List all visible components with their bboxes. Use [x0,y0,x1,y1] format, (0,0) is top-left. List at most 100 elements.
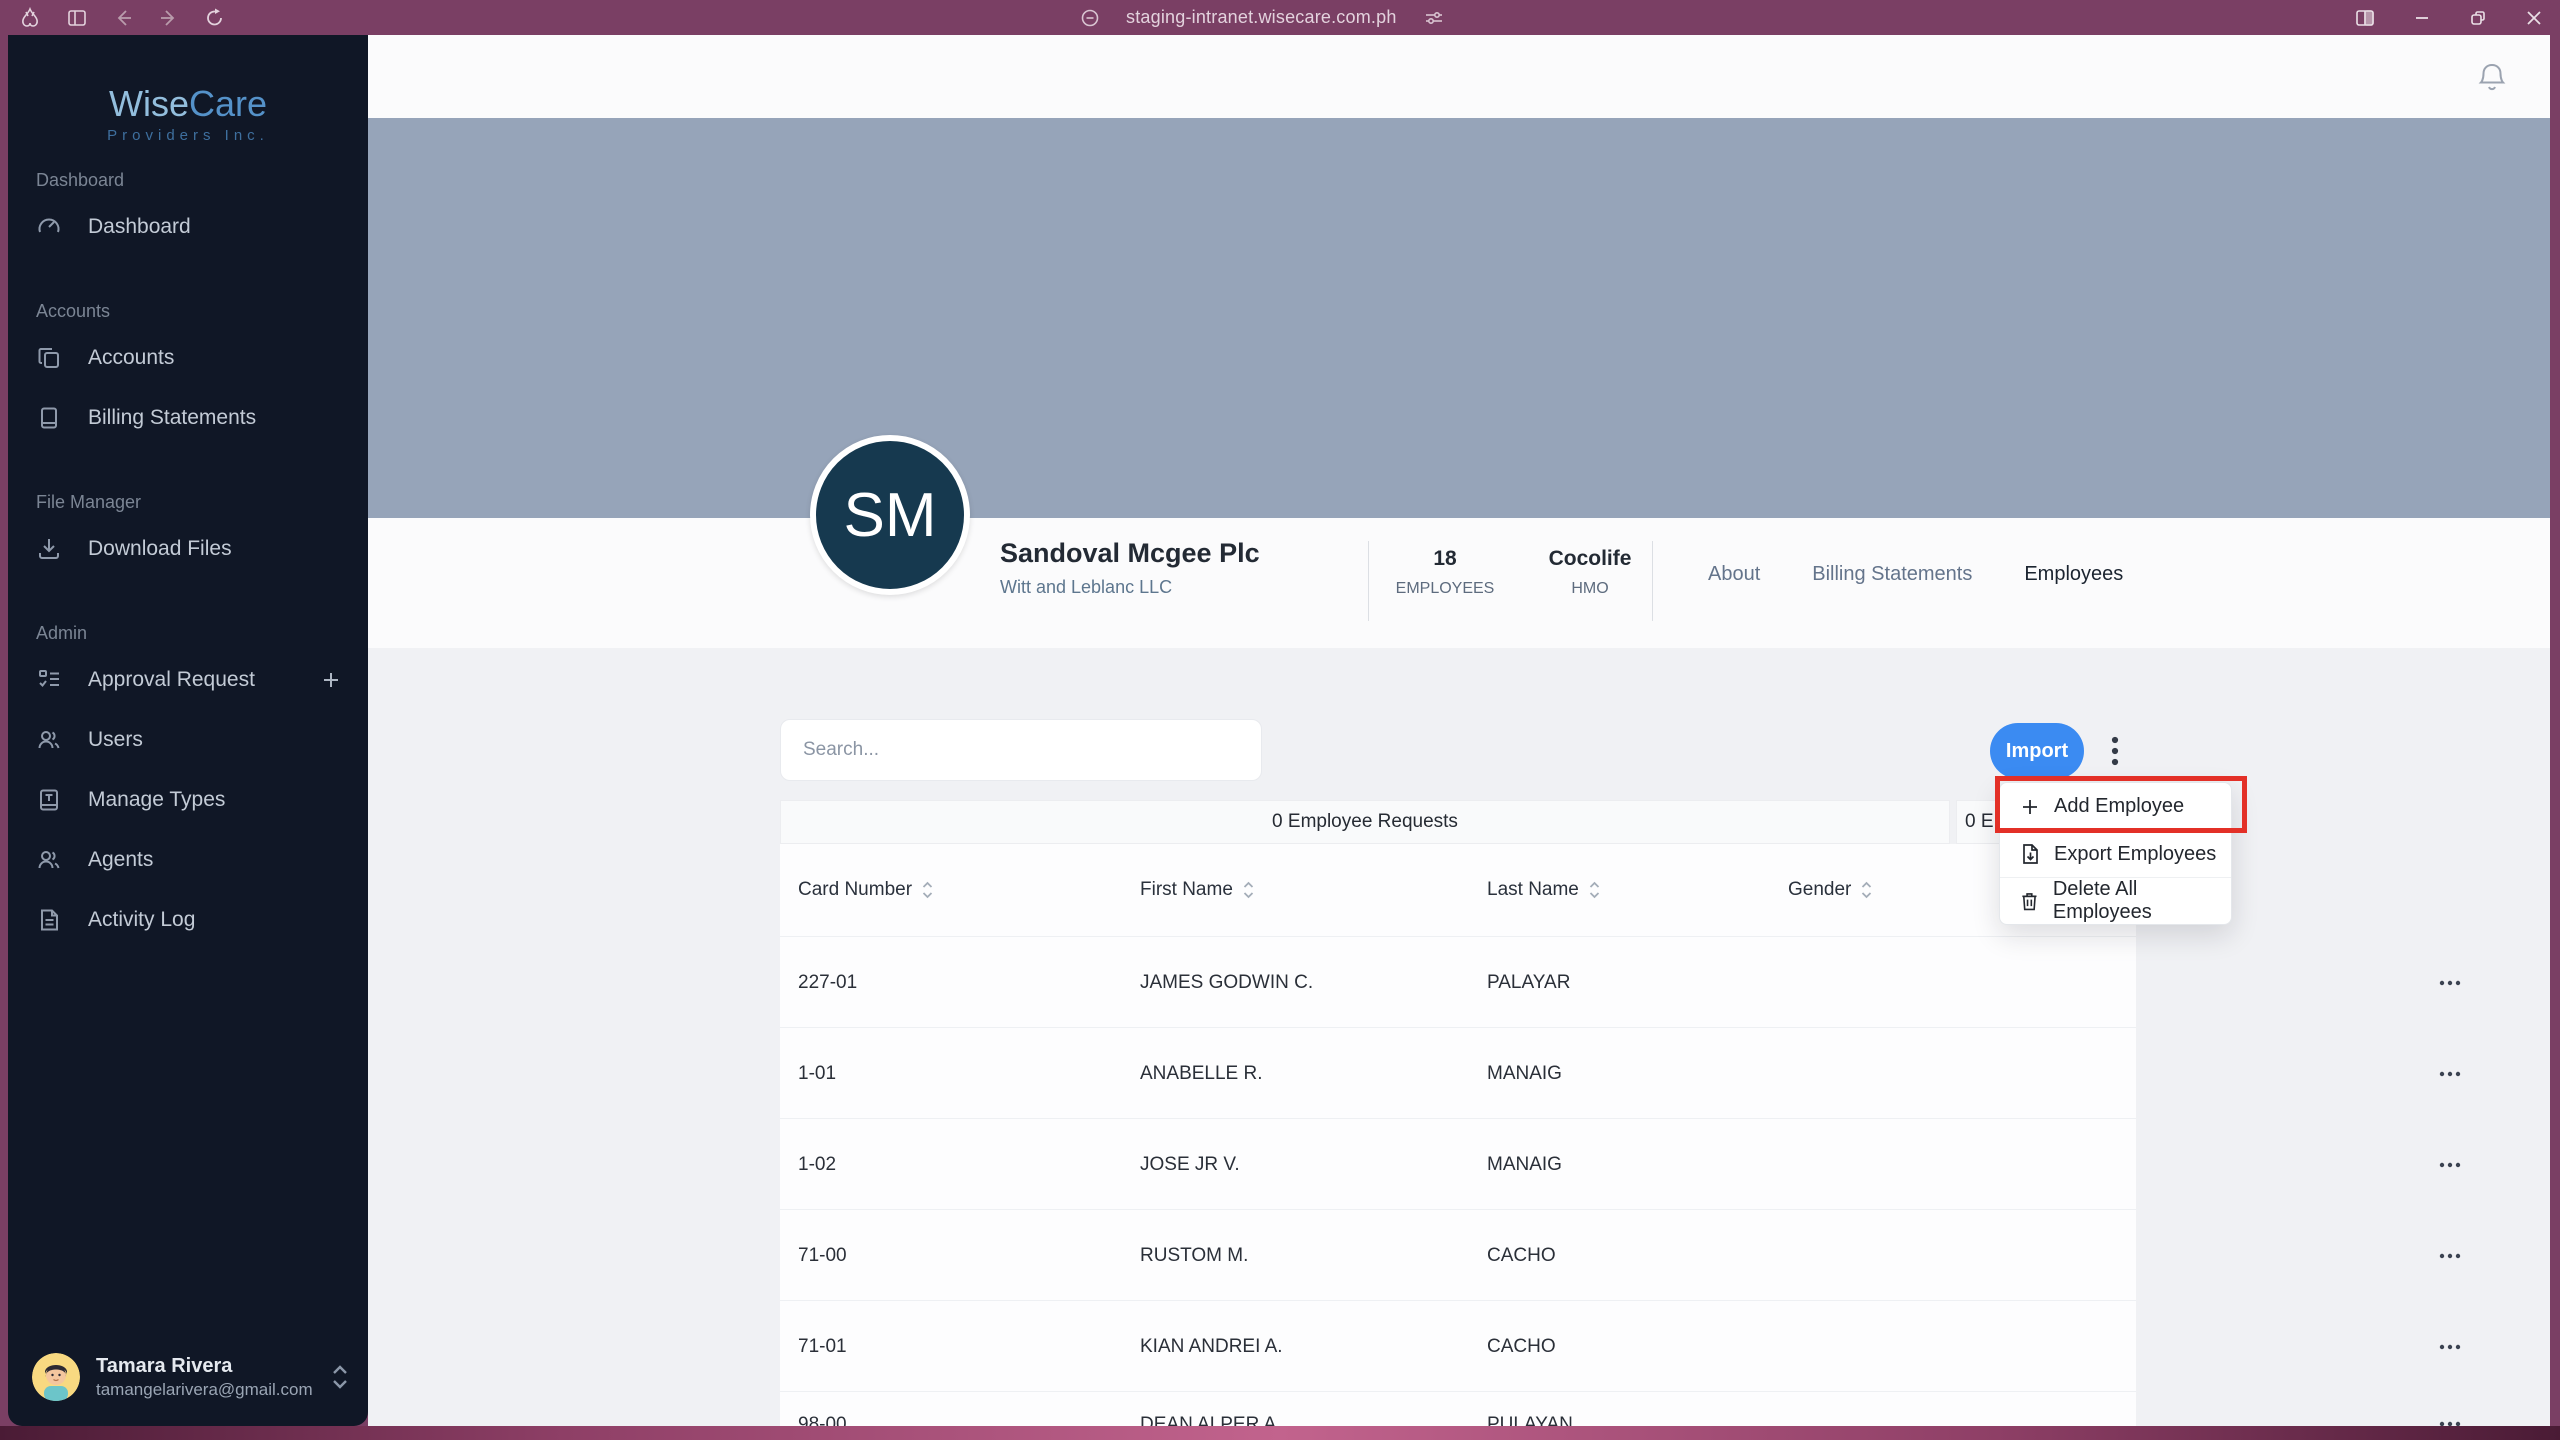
cell-last-name: MANAIG [1487,1153,1562,1175]
site-info-icon[interactable] [1080,8,1100,28]
sidebar-item-dashboard[interactable]: Dashboard [8,197,368,257]
menu-item-delete-all-employees[interactable]: Delete All Employees [2000,877,2231,924]
sidebar-item-download-files[interactable]: Download Files [8,519,368,579]
close-icon[interactable] [2524,8,2544,28]
search-input[interactable] [780,719,1262,781]
sidebar-item-activity-log[interactable]: Activity Log [8,890,368,950]
tab-billing-statements[interactable]: Billing Statements [1812,563,1972,586]
cell-first-name: KIAN ANDREI A. [1140,1335,1283,1357]
user-avatar [32,1353,80,1401]
browser-logo-icon[interactable] [18,6,42,30]
table-header-row: Card Number First Name Last Name Gender [780,844,2136,936]
section-label-file-manager: File Manager [36,492,142,512]
kebab-vertical-icon [2111,736,2119,766]
plus-icon [324,673,338,687]
row-actions-button[interactable] [2430,937,2470,1028]
section-label-dashboard: Dashboard [36,170,125,190]
type-book-icon [40,789,58,811]
menu-item-export-employees[interactable]: Export Employees [2000,830,2231,877]
main-content: SM Sandoval Mcgee Plc Witt and Leblanc L… [368,35,2550,1426]
table-row[interactable]: 71-01 KIAN ANDREI A. CACHO [780,1300,2461,1391]
company-name: Sandoval Mcgee Plc [1000,538,1260,568]
column-header-first-name[interactable]: First Name [1140,844,1255,936]
checklist-icon [39,670,59,688]
row-actions-button[interactable] [2430,1301,2470,1392]
file-export-icon [2023,844,2038,864]
row-actions-button[interactable] [2430,1028,2470,1119]
kebab-horizontal-icon [2439,1344,2461,1349]
table-row[interactable]: 227-01 JAMES GODWIN C. PALAYAR [780,936,2461,1027]
table-row[interactable]: 1-01 ANABELLE R. MANAIG [780,1027,2461,1118]
company-avatar-initials: SM [843,480,937,550]
sidebar-item-billing-statements[interactable]: Billing Statements [8,388,368,448]
restore-icon[interactable] [2468,8,2488,28]
cell-card-number: 1-01 [798,1062,837,1084]
copy-icon [38,348,59,368]
row-actions-button[interactable] [2430,1119,2470,1210]
split-view-icon[interactable] [2354,7,2376,29]
cell-card-number: 71-01 [798,1335,847,1357]
book-icon [41,407,57,429]
sidebar-item-agents[interactable]: Agents [8,830,368,890]
tab-employees[interactable]: Employees [2024,563,2123,586]
sidebar-toggle-icon[interactable] [66,7,88,29]
plus-icon [2023,799,2037,814]
divider [1368,541,1369,621]
url-text[interactable]: staging-intranet.wisecare.com.ph [1126,7,1397,28]
column-header-gender[interactable]: Gender [1788,844,1873,936]
column-header-last-name[interactable]: Last Name [1487,844,1601,936]
logo-text-wise: Wise [108,83,189,124]
forward-icon[interactable] [158,7,180,29]
sidebar-item-approval-request[interactable]: Approval Request [8,650,368,710]
cell-last-name: CACHO [1487,1335,1556,1357]
sort-icon [1862,881,1872,899]
window-bottom-edge [0,1426,2560,1440]
tab-about[interactable]: About [1708,563,1760,586]
back-icon[interactable] [112,7,134,29]
employees-label: EMPLOYEES [1395,580,1495,597]
approval-request-add-button[interactable] [320,669,342,691]
sidebar-item-label: Manage Types [88,788,226,811]
sidebar-item-manage-types[interactable]: Manage Types [8,770,368,830]
sort-icon [1589,881,1600,899]
table-row[interactable]: 98-00 DEAN ALPER A. PULAYAN [780,1391,2461,1426]
logo-text-care: Care [188,83,268,124]
row-actions-button[interactable] [2430,1210,2470,1301]
cell-first-name: DEAN ALPER A. [1140,1414,1282,1426]
cell-last-name: PULAYAN [1487,1414,1573,1426]
cell-first-name: RUSTOM M. [1140,1244,1249,1266]
sidebar-item-accounts[interactable]: Accounts [8,328,368,388]
actions-dropdown-menu: Add Employee Export Employees Delete All… [1999,782,2232,925]
gauge-icon [38,218,60,233]
import-button[interactable]: Import [1990,723,2084,779]
employee-requests-tab[interactable]: 0 Employee Requests [780,800,1950,844]
parent-company-link[interactable]: Witt and Leblanc LLC [1000,577,1260,598]
sidebar-item-users[interactable]: Users [8,710,368,770]
more-actions-button[interactable] [2094,723,2136,779]
hmo-label: HMO [1571,580,1609,597]
row-actions-button[interactable] [2430,1392,2470,1426]
table-row[interactable]: 71-00 RUSTOM M. CACHO [780,1209,2461,1300]
table-row[interactable]: 1-02 JOSE JR V. MANAIG [780,1118,2461,1209]
sidebar-item-label: Users [88,728,143,751]
column-header-card-number[interactable]: Card Number [798,844,934,936]
app-header [368,35,2550,118]
section-label-accounts: Accounts [36,301,111,321]
minimize-icon[interactable] [2412,8,2432,28]
menu-item-add-employee[interactable]: Add Employee [2000,783,2231,830]
sidebar-item-label: Approval Request [88,668,255,691]
sidebar-item-label: Billing Statements [88,406,257,429]
reload-icon[interactable] [204,7,226,29]
cell-card-number: 71-00 [798,1244,847,1266]
sidebar-item-label: Activity Log [88,908,196,931]
user-email: tamangelarivera@gmail.com [96,1379,313,1399]
notification-bell-icon[interactable] [2476,61,2508,95]
user-profile-card[interactable]: Tamara Rivera tamangelarivera@gmail.com [22,1340,354,1414]
profile-tabs: About Billing Statements Employees [1708,563,2123,586]
wisecare-logo: WiseCare Providers Inc. [8,35,368,144]
cell-card-number: 227-01 [798,971,858,993]
tune-icon[interactable] [1423,7,1445,29]
document-icon [41,909,58,931]
cell-last-name: PALAYAR [1487,971,1571,993]
sidebar-item-label: Agents [88,848,154,871]
